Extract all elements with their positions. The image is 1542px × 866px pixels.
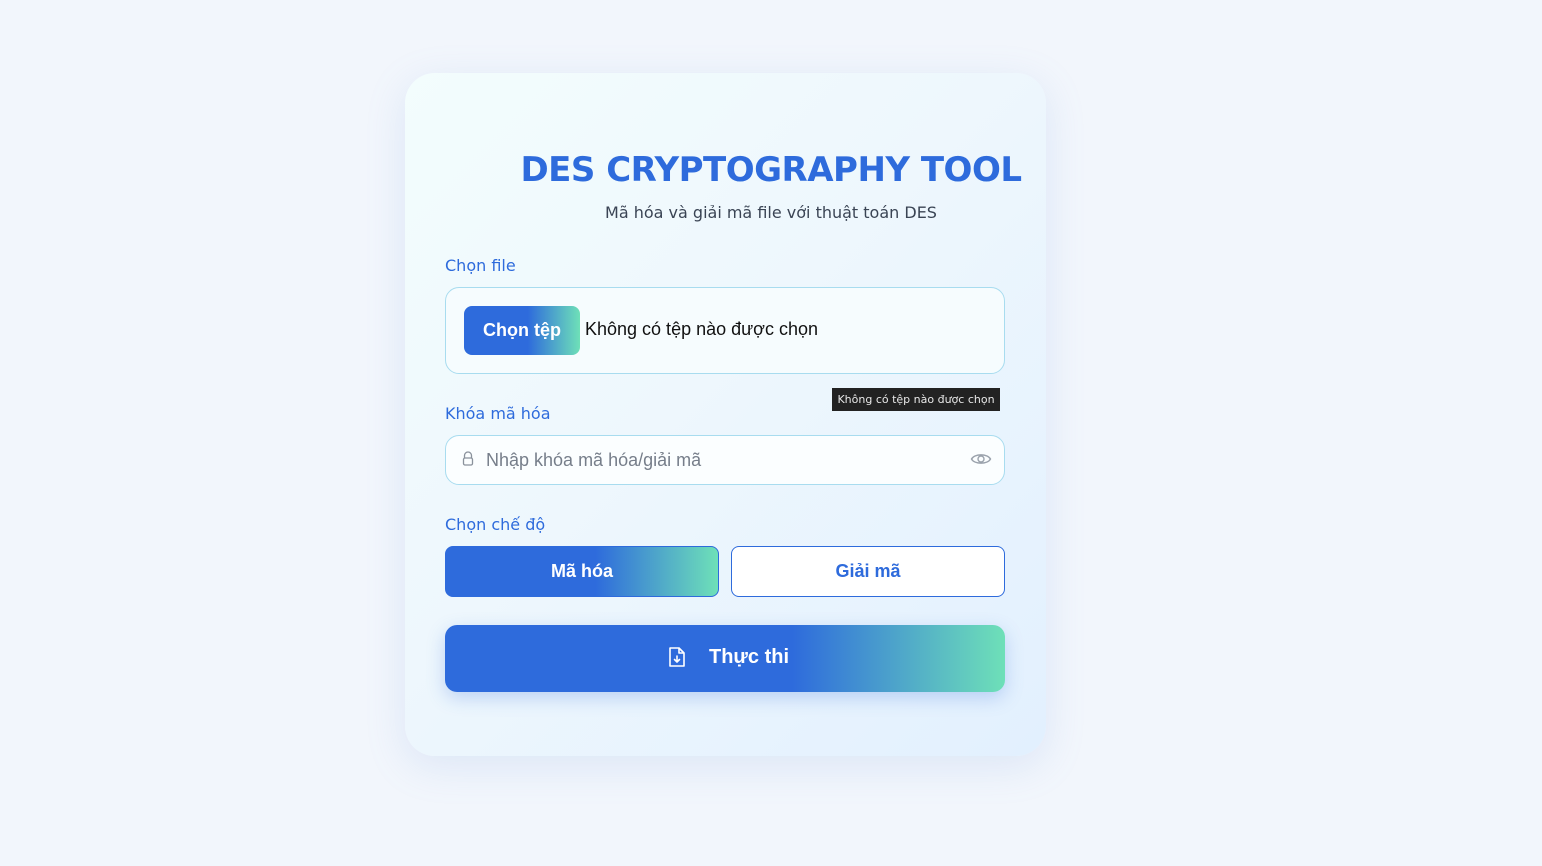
execute-button-label: Thực thi bbox=[709, 646, 790, 668]
page-subtitle: Mã hóa và giải mã file với thuật toán DE… bbox=[605, 203, 937, 222]
file-status-text: Không có tệp nào được chọn bbox=[585, 319, 819, 339]
decrypt-mode-button[interactable]: Giải mã bbox=[731, 546, 1005, 597]
key-label: Khóa mã hóa bbox=[445, 404, 551, 423]
file-download-icon bbox=[669, 647, 685, 667]
eye-icon[interactable] bbox=[970, 450, 992, 468]
lock-icon bbox=[462, 451, 474, 466]
mode-label: Chọn chế độ bbox=[445, 515, 546, 534]
page-title: DES CRYPTOGRAPHY TOOL bbox=[520, 150, 1022, 190]
encrypt-mode-button[interactable]: Mã hóa bbox=[445, 546, 719, 597]
key-input[interactable] bbox=[486, 446, 956, 474]
file-label: Chọn file bbox=[445, 256, 516, 275]
choose-file-button[interactable]: Chọn tệp bbox=[464, 306, 580, 355]
file-tooltip: Không có tệp nào được chọn bbox=[832, 388, 1000, 411]
